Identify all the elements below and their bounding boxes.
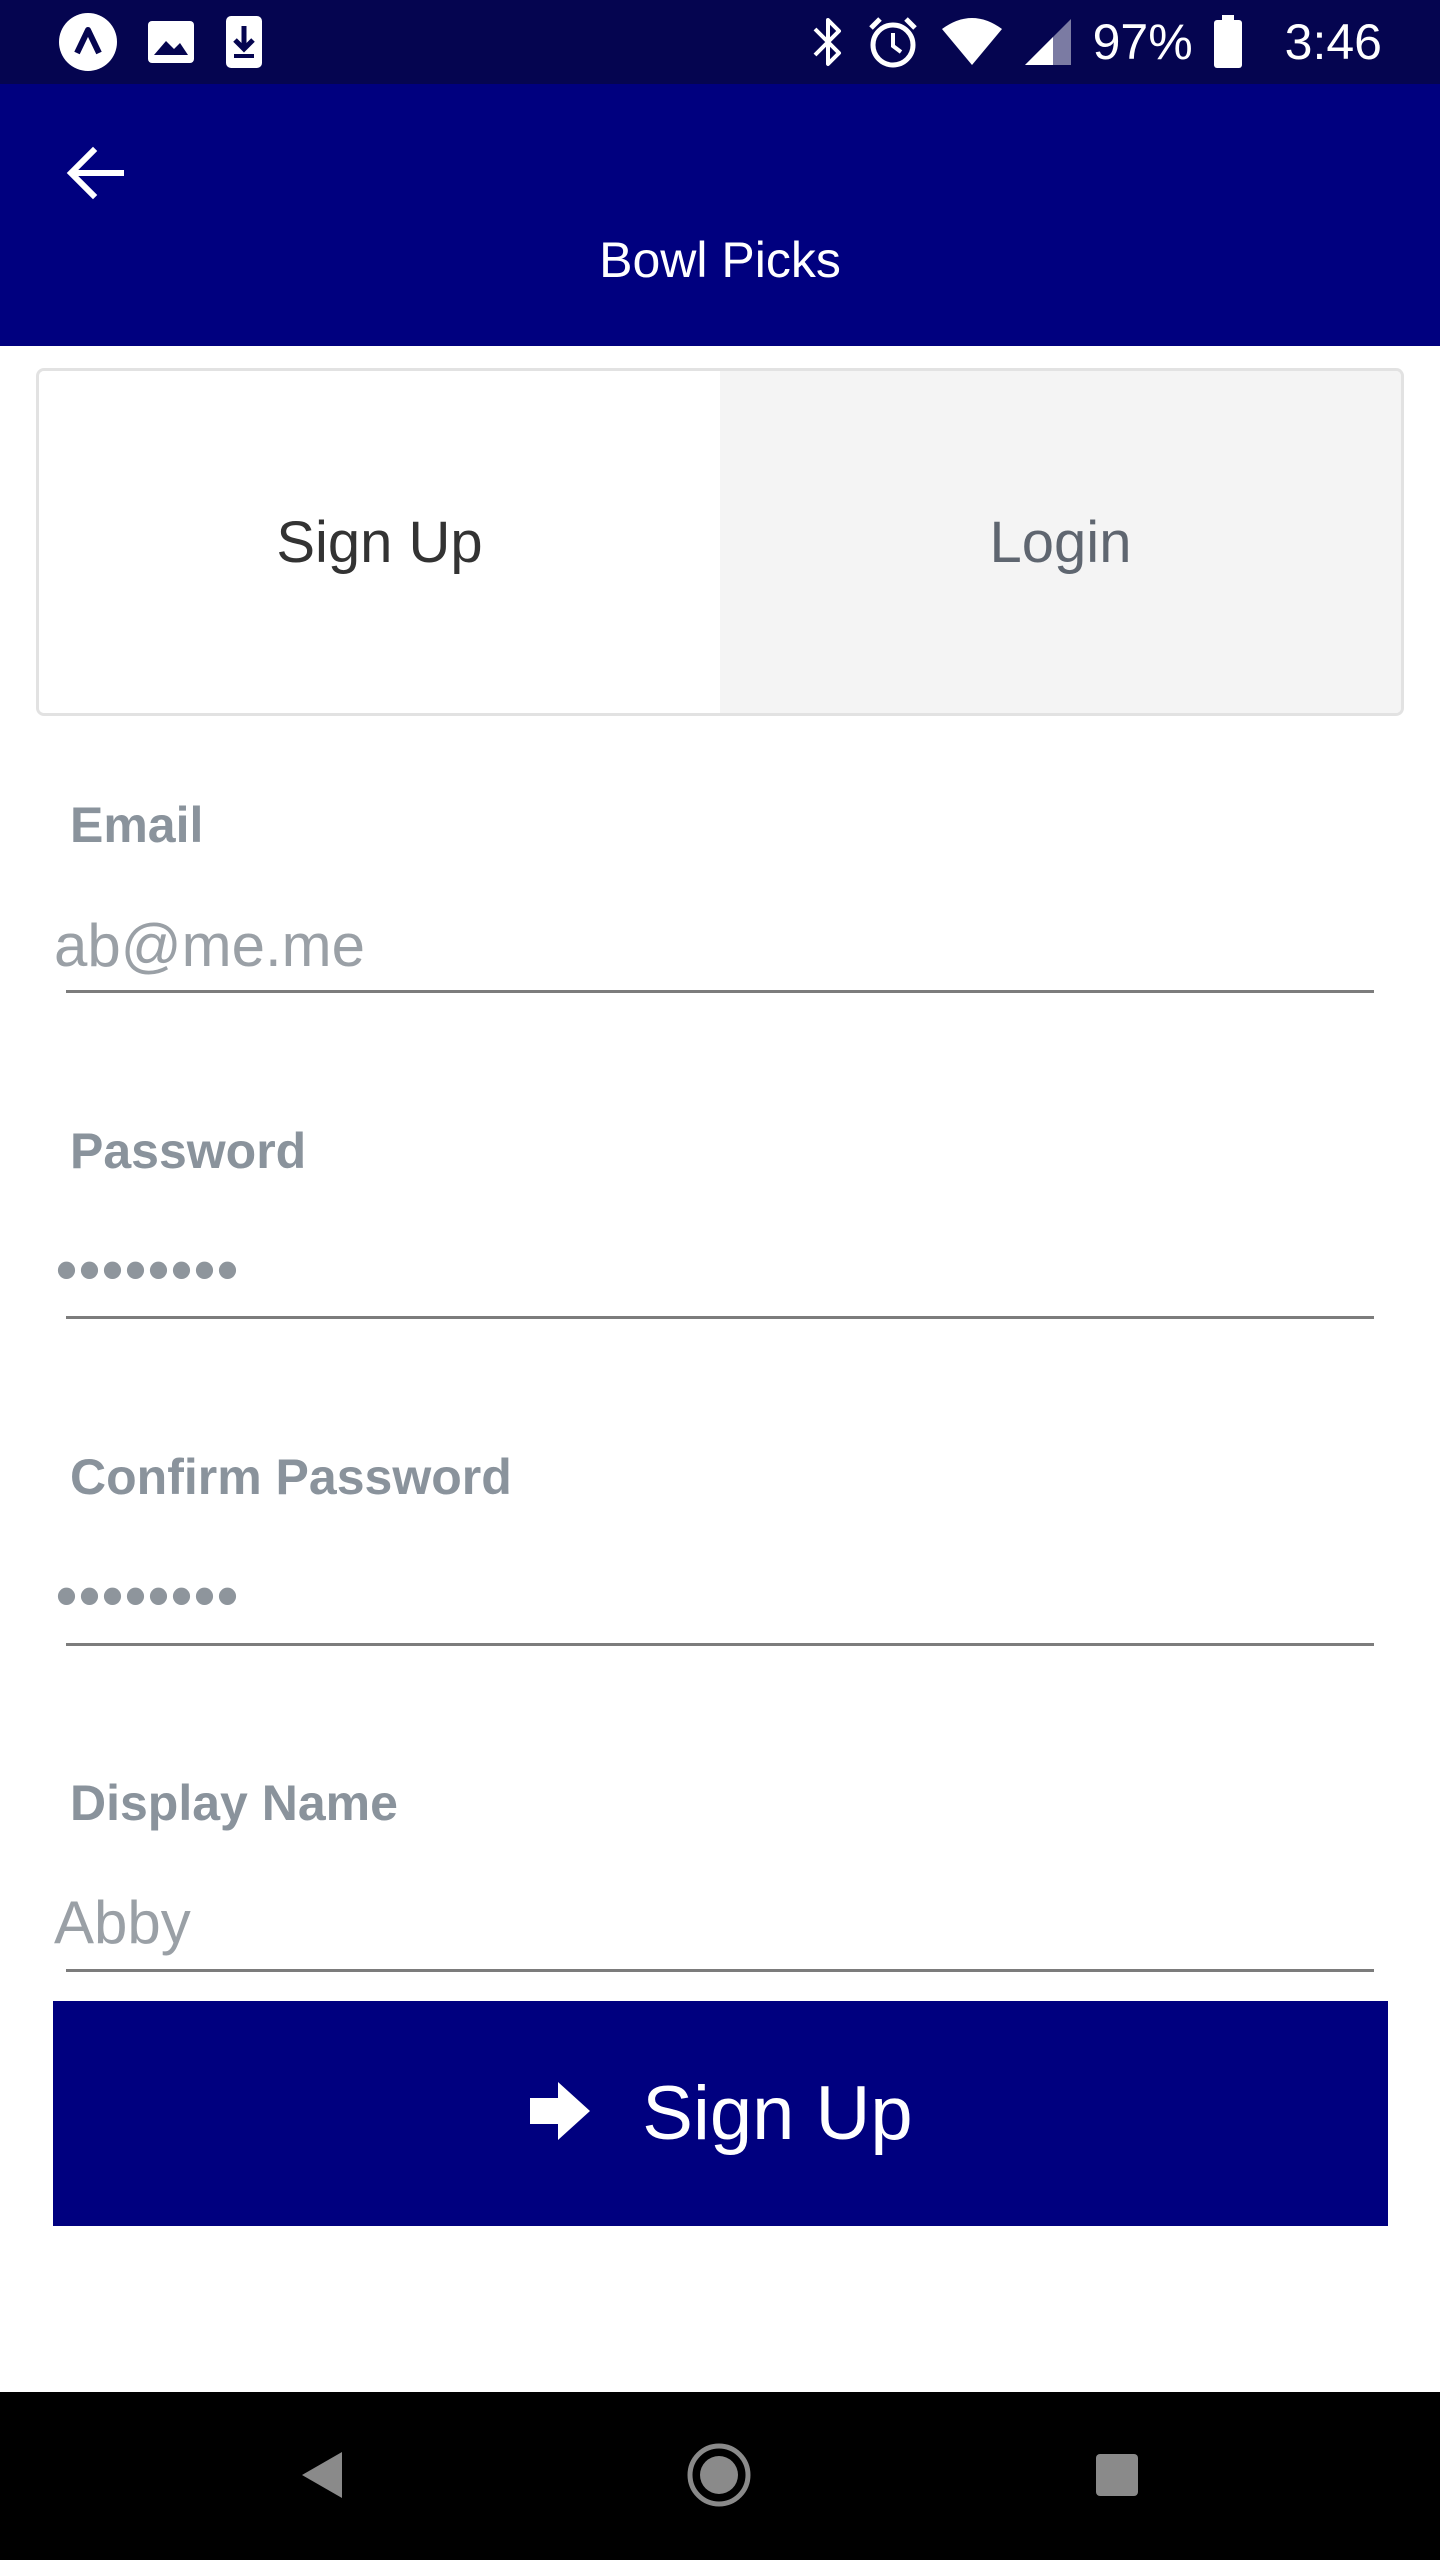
back-button[interactable] — [40, 120, 150, 230]
wifi-icon — [941, 17, 1003, 67]
system-nav-bar — [0, 2392, 1440, 2560]
battery-icon — [1213, 15, 1243, 69]
tab-login[interactable]: Login — [720, 371, 1401, 713]
password-underline — [66, 1316, 1374, 1319]
download-icon — [224, 14, 264, 70]
confirm-password-underline — [66, 1643, 1374, 1646]
nav-home-icon — [686, 2442, 752, 2513]
status-bar-right: 97% 3:46 — [811, 12, 1382, 72]
status-bar-left — [58, 12, 264, 72]
nav-back-icon — [298, 2450, 344, 2505]
nav-back-button[interactable] — [266, 2422, 376, 2532]
sign-up-button-label: Sign Up — [642, 2070, 913, 2156]
display-name-underline — [66, 1969, 1374, 1972]
password-label: Password — [70, 1123, 307, 1179]
email-label: Email — [70, 797, 204, 853]
nav-home-button[interactable] — [664, 2422, 774, 2532]
signal-icon — [1023, 17, 1073, 67]
alarm-icon — [865, 14, 921, 70]
confirm-password-label: Confirm Password — [70, 1449, 512, 1505]
auth-tab-switcher: Sign Up Login — [36, 368, 1404, 716]
password-field[interactable]: •••••••• — [56, 1240, 240, 1300]
app-title: Bowl Picks — [599, 232, 841, 288]
email-underline — [66, 990, 1374, 993]
email-field[interactable] — [54, 900, 1374, 990]
sign-up-button[interactable]: Sign Up — [53, 2001, 1388, 2226]
battery-percent: 97% — [1092, 14, 1193, 70]
display-name-field[interactable] — [54, 1877, 1374, 1967]
image-icon — [146, 17, 196, 67]
app-bar — [0, 84, 1440, 346]
confirm-password-field[interactable]: •••••••• — [56, 1566, 240, 1626]
status-bar: 97% 3:46 — [0, 0, 1440, 84]
back-arrow-icon — [65, 145, 125, 206]
arrow-right-icon — [528, 2080, 592, 2147]
tab-sign-up[interactable]: Sign Up — [39, 371, 720, 713]
display-name-label: Display Name — [70, 1775, 398, 1831]
nav-recents-icon — [1094, 2452, 1140, 2503]
bluetooth-icon — [811, 15, 845, 69]
app-logo-icon — [58, 12, 118, 72]
clock-time: 3:46 — [1284, 14, 1382, 70]
nav-recents-button[interactable] — [1062, 2422, 1172, 2532]
